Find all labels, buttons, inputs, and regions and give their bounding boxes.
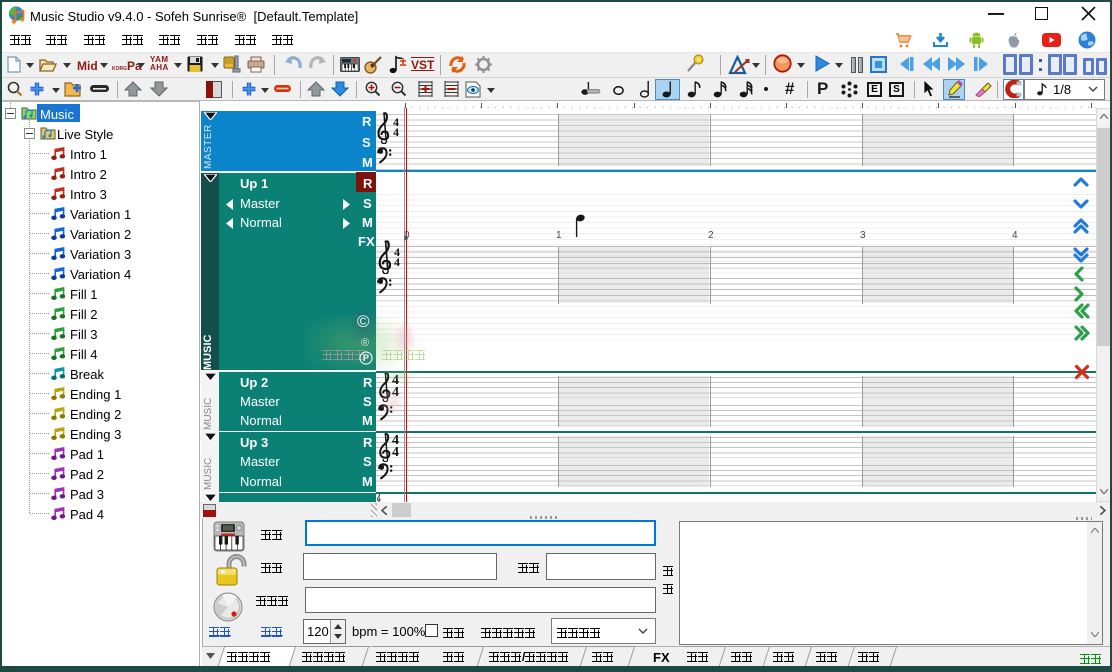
- svg-text:P: P: [363, 353, 369, 363]
